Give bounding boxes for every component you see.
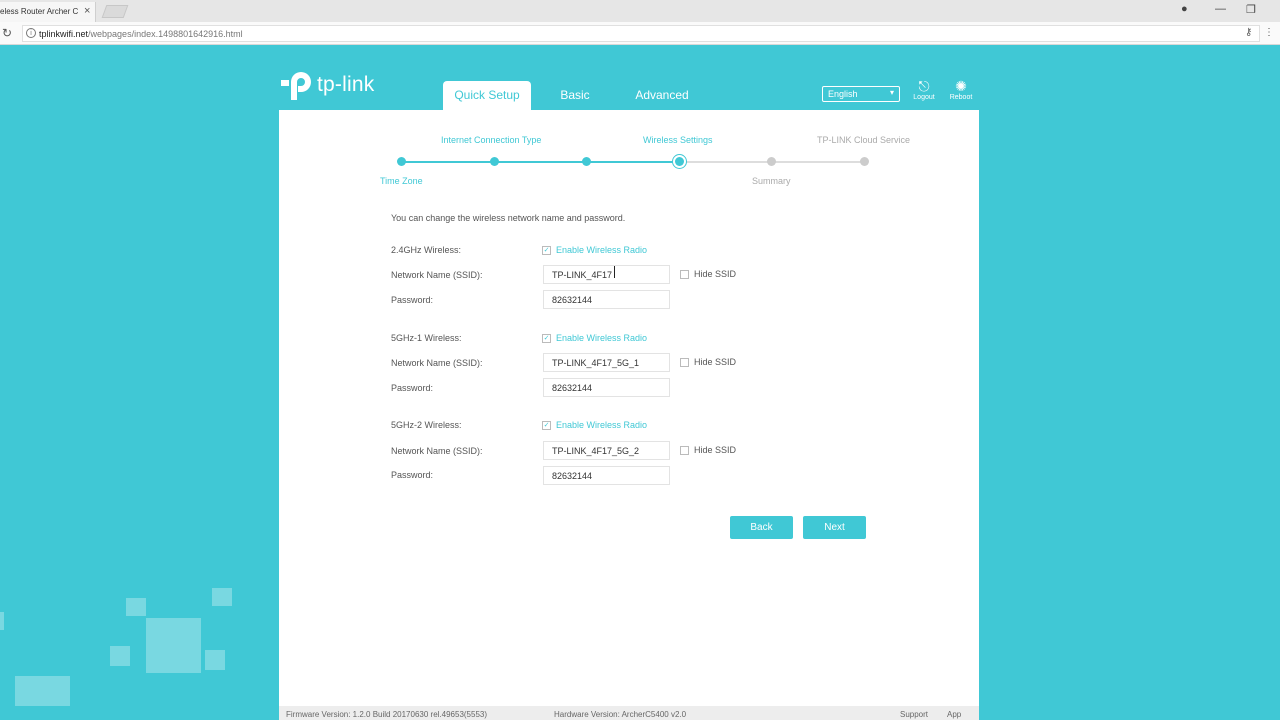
checkbox-checked-icon[interactable]: ✓ <box>542 245 551 255</box>
reboot-button[interactable]: ✺ Reboot <box>946 78 976 101</box>
browser-tab[interactable]: eless Router Archer C × <box>0 2 96 22</box>
progress-track-done <box>402 161 679 163</box>
tab-quick-setup[interactable]: Quick Setup <box>443 81 531 110</box>
reboot-label: Reboot <box>949 94 973 101</box>
footer: Firmware Version: 1.2.0 Build 20170630 r… <box>279 706 979 720</box>
password-label: Password: <box>391 470 434 480</box>
hide-ssid-5ghz1[interactable]: Hide SSID <box>680 357 736 367</box>
firmware-version: Firmware Version: 1.2.0 Build 20170630 r… <box>286 710 488 719</box>
password-label: Password: <box>391 383 434 393</box>
background-decoration <box>205 650 225 670</box>
intro-text: You can change the wireless network name… <box>391 213 626 223</box>
step-time-zone: Time Zone <box>380 176 423 186</box>
info-icon[interactable]: i <box>26 28 36 38</box>
progress-dot <box>397 157 406 166</box>
enable-radio-24ghz[interactable]: ✓ Enable Wireless Radio <box>542 245 647 255</box>
progress-dot <box>582 157 591 166</box>
enable-radio-5ghz2[interactable]: ✓ Enable Wireless Radio <box>542 420 647 430</box>
checkbox-icon[interactable] <box>680 357 689 367</box>
band-5ghz1-label: 5GHz-1 Wireless: <box>391 333 462 343</box>
user-profile-icon[interactable]: ● <box>1181 3 1188 15</box>
browser-tab-title: eless Router Archer C <box>0 7 79 16</box>
hide-ssid-label: Hide SSID <box>694 445 737 455</box>
step-internet-connection-type: Internet Connection Type <box>441 135 542 145</box>
tab-advanced[interactable]: Advanced <box>628 81 696 110</box>
url-input[interactable]: i tplinkwifi.net/webpages/index.14988016… <box>22 25 1260 42</box>
menu-icon[interactable]: ⋮ <box>1264 27 1274 38</box>
background-decoration <box>0 612 4 630</box>
hardware-version: Hardware Version: ArcherC5400 v2.0 <box>554 710 687 719</box>
language-select[interactable]: English ▾ <box>822 86 900 102</box>
enable-radio-label: Enable Wireless Radio <box>556 245 648 255</box>
enable-radio-label: Enable Wireless Radio <box>556 420 648 430</box>
hide-ssid-label: Hide SSID <box>694 357 737 367</box>
enable-radio-label: Enable Wireless Radio <box>556 333 648 343</box>
hide-ssid-label: Hide SSID <box>694 269 737 279</box>
ssid-24ghz-input[interactable]: TP-LINK_4F17 <box>543 265 670 284</box>
progress-dot <box>860 157 869 166</box>
reboot-icon: ✺ <box>955 78 967 94</box>
main-panel <box>279 110 979 720</box>
tab-close-icon[interactable]: × <box>84 5 90 17</box>
chevron-down-icon: ▾ <box>889 88 894 97</box>
back-button[interactable]: Back <box>730 516 793 539</box>
ssid-5ghz1-input[interactable]: TP-LINK_4F17_5G_1 <box>543 353 670 372</box>
language-value: English <box>828 89 858 99</box>
password-5ghz2-input[interactable]: 82632144 <box>543 466 670 485</box>
band-5ghz2-label: 5GHz-2 Wireless: <box>391 420 462 430</box>
tab-basic[interactable]: Basic <box>550 81 600 110</box>
step-summary: Summary <box>752 176 791 186</box>
progress-dot <box>767 157 776 166</box>
url-path: /webpages/index.1498801642916.html <box>88 29 243 39</box>
browser-tabbar: eless Router Archer C × ● — ❐ <box>0 0 1280 22</box>
hide-ssid-5ghz2[interactable]: Hide SSID <box>680 445 736 455</box>
band-24ghz-label: 2.4GHz Wireless: <box>391 245 462 255</box>
logout-icon: ⎋ <box>918 78 930 94</box>
checkbox-checked-icon[interactable]: ✓ <box>542 420 551 430</box>
minimize-icon[interactable]: — <box>1215 3 1226 15</box>
progress-dot-current <box>675 157 684 166</box>
text-cursor <box>614 266 615 278</box>
restore-icon[interactable]: ❐ <box>1246 3 1256 16</box>
tp-link-logo[interactable]: tp-link <box>279 68 374 102</box>
new-tab-button[interactable] <box>101 5 129 18</box>
step-wireless-settings: Wireless Settings <box>643 135 713 145</box>
background-decoration <box>126 598 146 616</box>
background-decoration <box>110 646 130 666</box>
logout-button[interactable]: ⎋ Logout <box>909 78 939 101</box>
hide-ssid-24ghz[interactable]: Hide SSID <box>680 269 736 279</box>
next-button[interactable]: Next <box>803 516 866 539</box>
step-cloud-service: TP-LINK Cloud Service <box>817 135 911 145</box>
app-link[interactable]: App <box>947 710 961 719</box>
tp-link-logo-icon <box>279 68 313 102</box>
url-host: tplinkwifi.net <box>39 29 89 39</box>
logout-label: Logout <box>913 94 935 101</box>
password-5ghz1-input[interactable]: 82632144 <box>543 378 670 397</box>
background-decoration <box>212 588 232 606</box>
logo-text: tp-link <box>317 73 375 96</box>
enable-radio-5ghz1[interactable]: ✓ Enable Wireless Radio <box>542 333 647 343</box>
support-link[interactable]: Support <box>900 710 928 719</box>
checkbox-icon[interactable] <box>680 269 689 279</box>
ssid-label: Network Name (SSID): <box>391 270 483 280</box>
background-decoration <box>15 676 70 706</box>
ssid-5ghz2-input[interactable]: TP-LINK_4F17_5G_2 <box>543 441 670 460</box>
ssid-label: Network Name (SSID): <box>391 358 483 368</box>
checkbox-icon[interactable] <box>680 445 689 455</box>
checkbox-checked-icon[interactable]: ✓ <box>542 333 551 343</box>
reload-icon[interactable]: ↻ <box>2 26 12 40</box>
key-icon[interactable]: ⚷ <box>1245 27 1252 38</box>
password-label: Password: <box>391 295 434 305</box>
address-bar: ↻ i tplinkwifi.net/webpages/index.149880… <box>0 22 1280 45</box>
background-decoration <box>146 618 201 673</box>
password-24ghz-input[interactable]: 82632144 <box>543 290 670 309</box>
ssid-label: Network Name (SSID): <box>391 446 483 456</box>
progress-dot <box>490 157 499 166</box>
